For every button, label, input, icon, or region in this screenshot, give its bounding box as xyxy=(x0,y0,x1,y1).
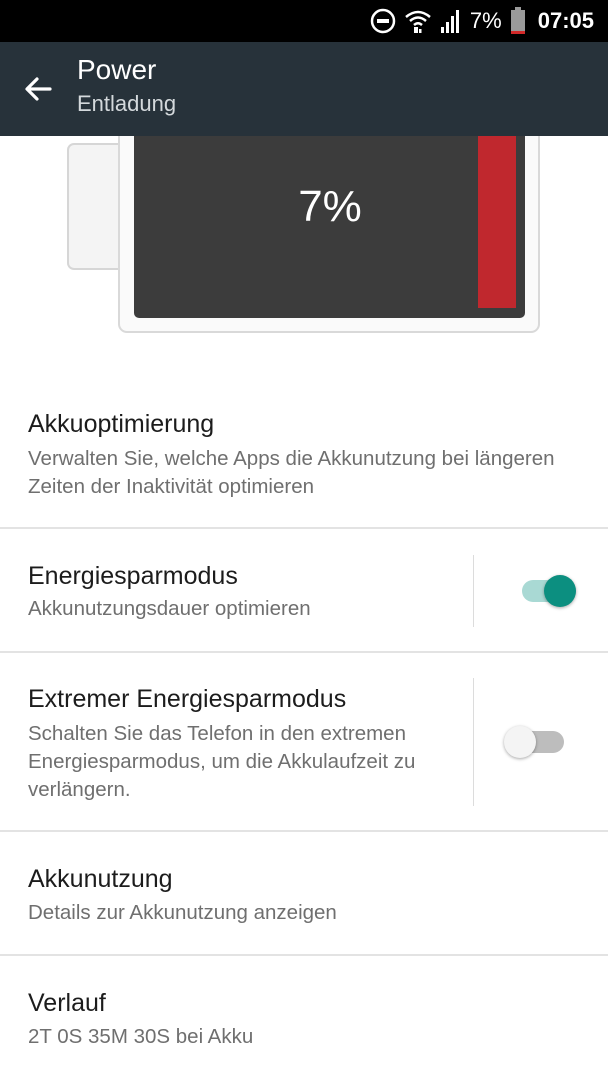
page-subtitle: Entladung xyxy=(77,91,177,116)
toggle-thumb xyxy=(544,575,576,607)
battery-level-fill xyxy=(478,136,516,308)
status-bar: 7% 07:05 xyxy=(0,0,608,42)
battery-shape xyxy=(67,125,540,333)
battery-illustration: 7% xyxy=(0,125,608,350)
power-saver-toggle[interactable] xyxy=(520,570,580,610)
back-button[interactable] xyxy=(18,69,58,109)
item-description: Schalten Sie das Telefon in den extremen… xyxy=(28,722,416,801)
arrow-back-icon xyxy=(25,77,52,101)
battery-optimization-item[interactable]: Akkuoptimierung Verwalten Sie, welche Ap… xyxy=(0,390,608,528)
history-item[interactable]: Verlauf 2T 0S 35M 30S bei Akku xyxy=(0,956,608,1080)
page-title: Power xyxy=(77,54,157,85)
clock: 07:05 xyxy=(537,8,594,33)
battery-icon xyxy=(510,7,525,34)
item-title: Extremer Energiesparmodus xyxy=(28,685,347,713)
item-title: Verlauf xyxy=(28,989,106,1017)
item-title: Akkuoptimierung xyxy=(28,410,215,438)
app-bar: Power Entladung xyxy=(0,42,608,136)
battery-usage-item[interactable]: Akkunutzung Details zur Akkunutzung anze… xyxy=(0,832,608,955)
item-title: Energiesparmodus xyxy=(28,562,238,590)
item-description: 2T 0S 35M 30S bei Akku xyxy=(28,1025,254,1048)
wifi-icon xyxy=(405,10,431,33)
item-description: Akkunutzungsdauer optimieren xyxy=(28,597,311,620)
extreme-power-saver-toggle[interactable] xyxy=(504,721,568,761)
vertical-divider xyxy=(473,555,474,627)
item-title: Akkunutzung xyxy=(28,865,173,893)
cellular-signal-icon xyxy=(440,10,459,33)
status-icons: 7% 07:05 xyxy=(370,0,594,42)
toggle-thumb xyxy=(504,726,536,758)
vertical-divider xyxy=(473,678,474,806)
item-description: Details zur Akkunutzung anzeigen xyxy=(28,901,337,924)
do-not-disturb-icon xyxy=(370,8,396,34)
battery-level-label: 7% xyxy=(298,182,362,231)
item-description: Verwalten Sie, welche Apps die Akkunutzu… xyxy=(28,447,555,498)
battery-percent-status: 7% xyxy=(469,8,502,33)
power-saver-item[interactable]: Energiesparmodus Akkunutzungsdauer optim… xyxy=(0,529,608,652)
